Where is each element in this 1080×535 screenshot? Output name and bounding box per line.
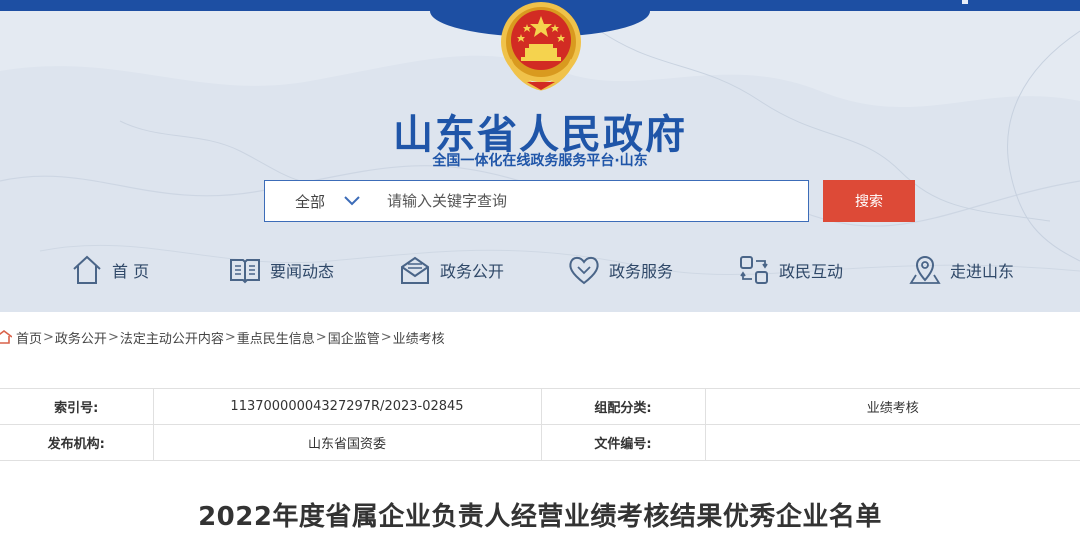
nav-item-interaction[interactable]: 政民互动 xyxy=(737,250,843,290)
document-meta-table: 索引号: 11370000004327297R/2023-02845 组配分类:… xyxy=(0,388,1080,461)
document-number-label: 文件编号: xyxy=(540,424,706,461)
breadcrumb-item[interactable]: 业绩考核 xyxy=(393,328,445,347)
nav-item-label: 要闻动态 xyxy=(270,262,335,281)
search-scope-label: 全部 xyxy=(295,192,326,211)
national-emblem-icon xyxy=(501,2,581,91)
search-input[interactable] xyxy=(377,181,808,221)
nav-item-label: 政务公开 xyxy=(440,262,505,281)
nav-item-gov-services[interactable]: 政务服务 xyxy=(567,250,673,290)
news-book-icon xyxy=(230,259,260,284)
document-number-value xyxy=(704,424,1080,461)
breadcrumb-separator: > xyxy=(43,329,54,345)
mail-icon xyxy=(401,256,429,284)
publisher-label: 发布机构: xyxy=(0,424,154,461)
breadcrumb-separator: > xyxy=(315,329,327,345)
publisher-value: 山东省国资委 xyxy=(152,424,542,461)
table-row: 索引号: 11370000004327297R/2023-02845 组配分类:… xyxy=(0,388,1080,425)
home-icon xyxy=(73,255,101,284)
index-number-label: 索引号: xyxy=(0,388,154,425)
breadcrumb-item[interactable]: 政务公开 xyxy=(55,328,107,347)
nav-item-label: 政务服务 xyxy=(609,262,674,281)
chevron-down-icon xyxy=(344,196,360,206)
index-number-value: 11370000004327297R/2023-02845 xyxy=(152,388,542,425)
article-title: 2022年度省属企业负责人经营业绩考核结果优秀企业名单 xyxy=(198,502,882,532)
nav-item-news[interactable]: 要闻动态 xyxy=(228,250,334,290)
table-row: 发布机构: 山东省国资委 文件编号: xyxy=(0,424,1080,461)
nav-item-label: 政民互动 xyxy=(779,262,844,281)
site-subtitle: 全国一体化在线政务服务平台·山东 xyxy=(432,153,648,169)
breadcrumb-separator: > xyxy=(224,329,236,345)
breadcrumb-separator: > xyxy=(380,329,392,345)
nav-item-label: 首 页 xyxy=(112,262,150,281)
main-nav: 首 页 要闻动态 政务公开 政务服务 政民互动 走进山东 xyxy=(0,250,1080,306)
nav-item-gov-affairs[interactable]: 政务公开 xyxy=(398,250,504,290)
breadcrumb-item[interactable]: 首页 xyxy=(16,328,42,347)
nav-item-home[interactable]: 首 页 xyxy=(70,250,149,290)
category-value: 业绩考核 xyxy=(704,388,1080,425)
interaction-icon xyxy=(740,256,768,284)
breadcrumb: 首页 > 政务公开 > 法定主动公开内容 > 重点民生信息 > 国企监管 > 业… xyxy=(0,327,445,347)
breadcrumb-home-icon xyxy=(0,330,12,344)
breadcrumb-item[interactable]: 法定主动公开内容 xyxy=(120,328,224,347)
category-label: 组配分类: xyxy=(540,388,706,425)
nav-item-about-shandong[interactable]: 走进山东 xyxy=(908,250,1014,290)
breadcrumb-item[interactable]: 国企监管 xyxy=(328,328,380,347)
search-scope-select[interactable]: 全部 xyxy=(265,181,377,221)
top-indicator xyxy=(962,0,968,4)
location-icon xyxy=(909,255,941,284)
breadcrumb-item[interactable]: 重点民生信息 xyxy=(237,328,315,347)
heart-icon xyxy=(569,256,599,285)
nav-item-label: 走进山东 xyxy=(950,262,1015,281)
search-bar: 全部 xyxy=(264,180,809,222)
search-button[interactable]: 搜索 xyxy=(823,180,915,222)
breadcrumb-separator: > xyxy=(107,329,119,345)
